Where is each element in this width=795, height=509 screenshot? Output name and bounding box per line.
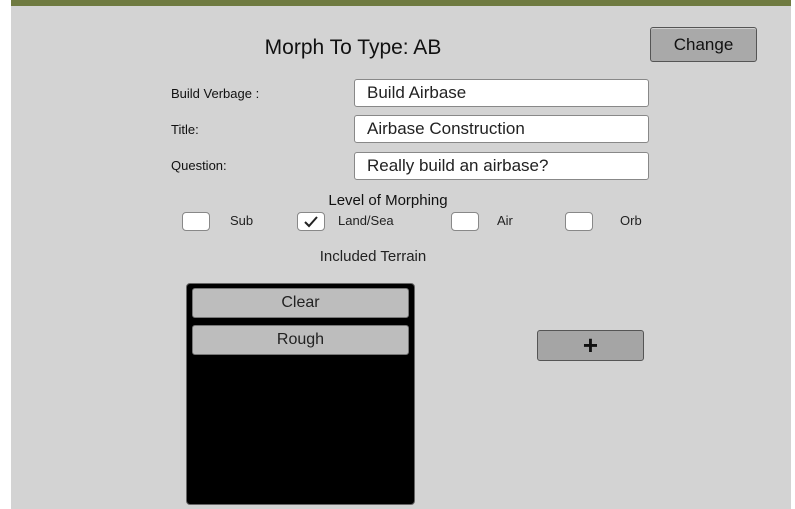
question-label: Question: — [171, 158, 227, 173]
air-checkbox[interactable] — [451, 212, 479, 231]
land-sea-label: Land/Sea — [338, 213, 394, 228]
terrain-item-clear[interactable]: Clear — [192, 288, 409, 318]
title-label: Title: — [171, 122, 199, 137]
level-of-morphing-title: Level of Morphing — [328, 192, 448, 209]
air-label: Air — [497, 213, 513, 228]
title-field[interactable]: Airbase Construction — [354, 115, 649, 143]
add-terrain-button[interactable]: + — [537, 330, 644, 361]
terrain-list[interactable]: Clear Rough — [186, 283, 415, 505]
morph-dialog: Morph To Type: AB Change Build Verbage :… — [11, 0, 791, 509]
sub-checkbox[interactable] — [182, 212, 210, 231]
build-verbage-field[interactable]: Build Airbase — [354, 79, 649, 107]
build-verbage-label: Build Verbage : — [171, 86, 260, 101]
orb-checkbox[interactable] — [565, 212, 593, 231]
orb-label: Orb — [620, 213, 642, 228]
question-field[interactable]: Really build an airbase? — [354, 152, 649, 180]
page-title: Morph To Type: AB — [264, 36, 442, 59]
included-terrain-title: Included Terrain — [319, 248, 427, 265]
change-button[interactable]: Change — [650, 27, 757, 62]
sub-label: Sub — [230, 213, 254, 228]
check-icon — [304, 216, 318, 228]
land-sea-checkbox[interactable] — [297, 212, 325, 231]
terrain-item-rough[interactable]: Rough — [192, 325, 409, 355]
